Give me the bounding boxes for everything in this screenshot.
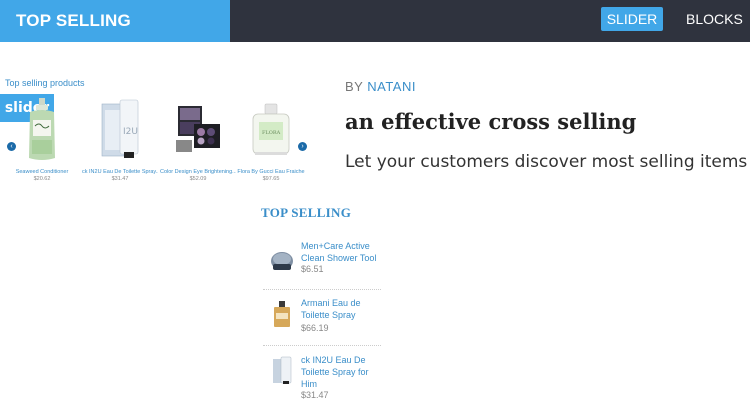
top-selling-price: $6.51 [301, 264, 324, 274]
product-price: $97.65 [262, 176, 280, 182]
headline: an effective cross selling [345, 109, 637, 134]
slider-product[interactable]: Seaweed Conditioner $20.62 [4, 96, 80, 182]
top-selling-name[interactable]: ck IN2U Eau De Toilette Spray for Him [301, 354, 379, 390]
slider-product[interactable]: Color Design Eye Brightening... $52.09 [160, 96, 236, 182]
top-selling-item[interactable]: Armani Eau de Toilette Spray $66.19 [263, 297, 381, 345]
top-selling-item[interactable]: ck IN2U Eau De Toilette Spray for Him $3… [263, 354, 381, 400]
slider-product[interactable]: I2U ck IN2U Eau De Toilette Spray... $31… [82, 96, 158, 182]
product-thumbnail[interactable] [269, 244, 295, 274]
svg-text:FLORA: FLORA [262, 130, 281, 136]
product-image[interactable]: I2U [90, 96, 150, 166]
svg-text:I2U: I2U [123, 127, 138, 137]
subheadline: Let your customers discover most selling… [345, 152, 748, 172]
product-price: $31.47 [111, 176, 129, 182]
product-thumbnail[interactable] [269, 299, 295, 329]
product-price: $20.62 [33, 176, 51, 182]
nav-slider-button[interactable]: SLIDER [601, 7, 663, 31]
product-image[interactable] [12, 96, 72, 166]
slider-widget-title: Top selling products [5, 78, 85, 88]
product-thumbnail[interactable] [269, 356, 295, 386]
product-price: $52.09 [189, 176, 207, 182]
nav-blocks-link[interactable]: BLOCKS [686, 9, 743, 29]
product-name[interactable]: Seaweed Conditioner [4, 169, 80, 175]
product-image[interactable]: FLORA [241, 96, 301, 166]
top-selling-price: $31.47 [301, 390, 329, 400]
author-link[interactable]: NATANI [367, 79, 416, 94]
product-name[interactable]: ck IN2U Eau De Toilette Spray... [82, 169, 158, 175]
product-name[interactable]: Flora By Gucci Eau Fraiche [233, 169, 309, 175]
top-selling-item[interactable]: Men+Care Active Clean Shower Tool $6.51 [263, 238, 381, 286]
by-label: BY [345, 79, 364, 94]
top-selling-price: $66.19 [301, 323, 329, 333]
divider [263, 345, 381, 346]
brand-title[interactable]: TOP SELLING PRODUCTS [0, 0, 230, 72]
author-line: BY NATANI [345, 79, 416, 94]
top-selling-name[interactable]: Armani Eau de Toilette Spray [301, 297, 379, 321]
divider [263, 289, 381, 290]
top-bar: TOP SELLING PRODUCTS SLIDER BLOCKS [0, 0, 750, 72]
product-name[interactable]: Color Design Eye Brightening... [160, 169, 236, 175]
slider-product[interactable]: FLORA Flora By Gucci Eau Fraiche $97.65 [233, 96, 309, 182]
product-image[interactable] [168, 96, 228, 166]
top-selling-name[interactable]: Men+Care Active Clean Shower Tool [301, 240, 379, 264]
top-selling-title: TOP SELLING [261, 205, 352, 220]
